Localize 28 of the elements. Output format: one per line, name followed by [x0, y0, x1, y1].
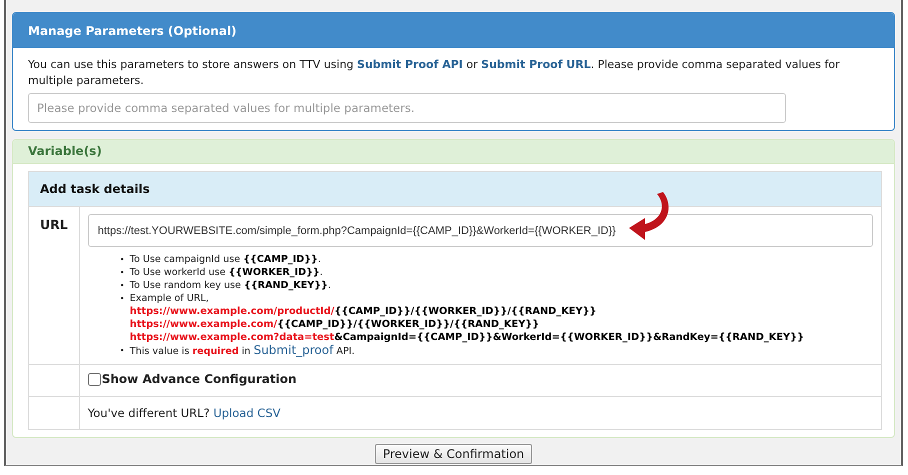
hint-text: To Use workerId use {{WORKER_ID}}.: [130, 266, 323, 279]
table-heading: Add task details: [40, 182, 150, 196]
advanced-checkbox[interactable]: [88, 372, 101, 386]
bullet: •: [120, 345, 126, 357]
bullet: •: [120, 280, 126, 292]
bullet: •: [120, 293, 126, 305]
url-field[interactable]: https://test.YOURWEBSITE.com/simple_form.php?CampaignId={{CAMP_ID}}&WorkerId={{WORKER_ID}}: [88, 214, 873, 247]
bullet: •: [120, 267, 126, 279]
checkbox-label: Show Advance Configuration: [102, 372, 296, 386]
field-label: URL: [40, 217, 68, 232]
panel-title: Manage Parameters (Optional): [13, 13, 894, 48]
link[interactable]: Submit Proof API: [357, 58, 463, 71]
upload-text: You've different URL?: [88, 406, 210, 420]
preview-confirmation-button[interactable]: Preview & Confirmation: [374, 444, 532, 464]
hint-text: Example of URL,: [130, 292, 210, 305]
link[interactable]: Submit Proof URL: [481, 58, 591, 71]
example-url: https://www.example.com/productId/{{CAMP_ID}}/{{WORKER_ID}}/{{RAND_KEY}}: [130, 306, 597, 317]
bullet: •: [120, 254, 126, 266]
hint-text: To Use random key use {{RAND_KEY}}.: [130, 279, 331, 292]
example-url: https://www.example.com?data=test&CampaignId={{CAMP_ID}}&WorkerId={{WORKER_ID}}&RandKey={{RAND_KEY}}: [130, 332, 804, 343]
panel-title: Variable(s): [13, 140, 894, 164]
hint-text: To Use campaignId use {{CAMP_ID}}.: [130, 253, 321, 266]
link[interactable]: Submit_proof: [254, 343, 334, 357]
upload-csv-link[interactable]: Upload CSV: [213, 406, 280, 420]
example-url: https://www.example.com/{{CAMP_ID}}/{{WORKER_ID}}/{{RAND_KEY}}: [130, 319, 540, 330]
description-text: You can use this parameters to store answers on TTV using Submit Proof API or Submit Proof URL. Please provide comma separated values for multiple parameters.: [28, 57, 841, 89]
parameters-field[interactable]: Please provide comma separated values for multiple parameters.: [28, 93, 786, 123]
hint-text: This value is required in Submit_proof API.: [130, 344, 355, 358]
